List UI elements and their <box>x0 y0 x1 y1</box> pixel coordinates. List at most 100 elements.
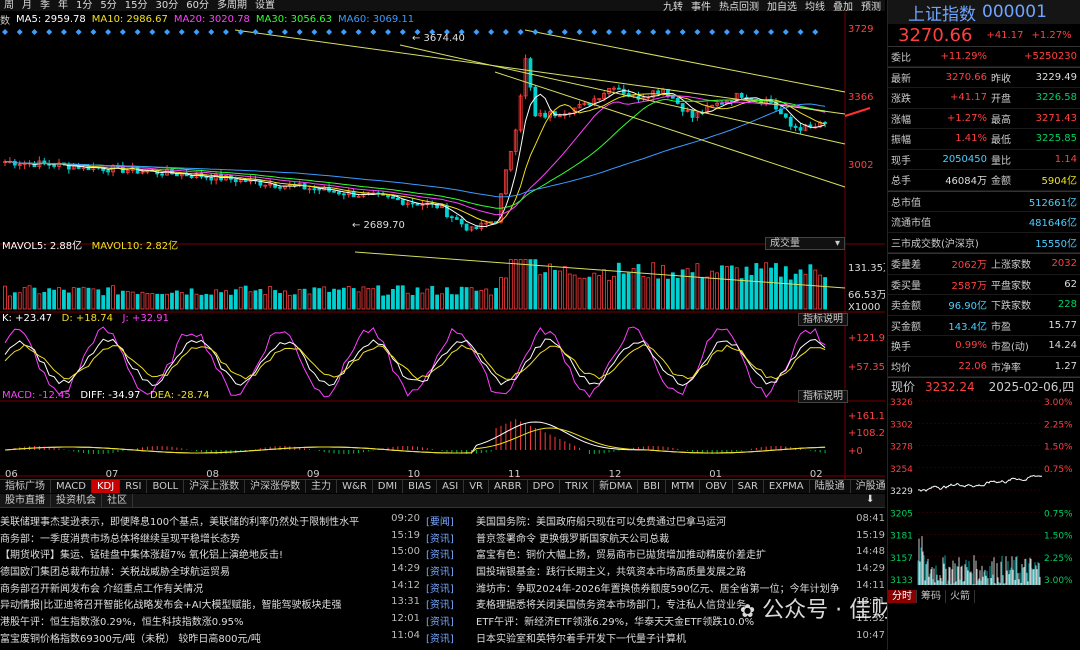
indicator-tab-11[interactable]: ASI <box>437 480 465 493</box>
indicator-tab-1[interactable]: MACD <box>51 480 92 493</box>
indicator-tab-20[interactable]: SAR <box>733 480 764 493</box>
volume-bar <box>508 259 513 310</box>
stat3-key2: 平盘家数 <box>991 280 1031 292</box>
indicator-tab-22[interactable]: 陆股通 <box>810 480 851 493</box>
toolbar-right-6[interactable]: 预测 <box>857 0 885 11</box>
indicator-tab-2[interactable]: KDJ <box>91 480 121 493</box>
mini-tab-2[interactable]: 火箭 <box>946 590 975 603</box>
volume-bar <box>381 295 386 310</box>
volume-bar <box>248 291 253 310</box>
period-5[interactable]: 5分 <box>96 0 120 11</box>
kdj-help-button[interactable]: 指标说明 <box>798 313 848 326</box>
volume-bar <box>425 288 430 310</box>
toolbar-right-2[interactable]: 热点回测 <box>715 0 763 11</box>
volume-bar <box>297 288 302 310</box>
volume-bar <box>253 290 258 310</box>
toolbar-right-0[interactable]: 九转 <box>659 0 687 11</box>
news-right-item[interactable]: [要闻] 美国国务院：美国政府船只现在可以免费通过巴拿马运河 08:41 <box>426 513 885 528</box>
indicator-tab-3[interactable]: RSI <box>120 480 148 493</box>
period-8[interactable]: 60分 <box>182 0 213 11</box>
news-right-item[interactable]: [资讯] 日本实验室和英特尔着手开发下一代量子计算机 10:47 <box>426 630 885 645</box>
candle-body <box>464 223 469 231</box>
news-left-item[interactable]: 【期货收评】集运、锰硅盘中集体涨超7% 氧化铝上演绝地反击! 15:00 <box>0 546 426 561</box>
toolbar-right-5[interactable]: 叠加 <box>829 0 857 11</box>
macd-help-button[interactable]: 指标说明 <box>798 390 848 403</box>
volume-bar <box>474 290 479 310</box>
news-left-item[interactable]: 异动情报|比亚迪将召开智能化战略发布会+AI大模型赋能，智能驾驶板块走强 13:3… <box>0 596 426 611</box>
news-tab-2[interactable]: 社区 <box>102 494 133 507</box>
period-1[interactable]: 月 <box>18 0 36 11</box>
news-right-item[interactable]: [资讯] 富宝有色：铜价大幅上扬，贸易商市已拋货增加推动精废价差走扩 14:48 <box>426 546 885 561</box>
volume-bar <box>17 292 22 310</box>
indicator-tab-8[interactable]: W&R <box>337 480 373 493</box>
volume-bar <box>759 268 764 310</box>
indicator-tab-15[interactable]: TRIX <box>560 480 595 493</box>
stat1-key: 涨跌 <box>891 94 911 106</box>
news-left-item[interactable]: 商务部召开新闻发布会 介绍重点工作有关情况 14:12 <box>0 580 426 595</box>
indicator-tab-0[interactable]: 指标广场 <box>0 480 51 493</box>
period-6[interactable]: 15分 <box>121 0 152 11</box>
volume-bar <box>228 294 233 310</box>
stat3-row-0: 委量差 2062万 上涨家数 2032 <box>888 254 1080 275</box>
stat1-value2: 3225.85 <box>1035 133 1077 145</box>
indicator-tab-19[interactable]: OBV <box>700 480 733 493</box>
indicator-tab-12[interactable]: VR <box>464 480 490 493</box>
indicator-tab-18[interactable]: MTM <box>666 480 701 493</box>
volume-bar <box>489 294 494 310</box>
news-tab-1[interactable]: 投资机会 <box>51 494 102 507</box>
news-left-item[interactable]: 德国欧门集团总裁布拉赫：关税战威胁全球航运贸易 14:29 <box>0 563 426 578</box>
indicator-tab-10[interactable]: BIAS <box>403 480 438 493</box>
indicator-tab-7[interactable]: 主力 <box>306 480 338 493</box>
period-3[interactable]: 年 <box>54 0 72 11</box>
volume-bar <box>184 294 189 310</box>
toolbar-right-1[interactable]: 事件 <box>687 0 715 11</box>
dea-label: DEA: -28.74 <box>150 390 210 401</box>
mini-tab-0[interactable]: 分时 <box>888 590 917 603</box>
news-tab-0[interactable]: 股市直播 <box>0 494 51 507</box>
volume-selector[interactable]: 成交量 ▾ <box>765 237 845 250</box>
news-left-item[interactable]: 港股午评：恒生指数涨0.29%，恒生科技指数涨0.95% 12:01 <box>0 613 426 628</box>
toolbar-right-3[interactable]: 加自选 <box>763 0 801 11</box>
indicator-tab-16[interactable]: 新DMA <box>594 480 639 493</box>
period-2[interactable]: 季 <box>36 0 54 11</box>
period-9[interactable]: 多周期 <box>213 0 251 11</box>
indicator-tab-17[interactable]: BBI <box>638 480 666 493</box>
indicator-tab-14[interactable]: DPO <box>528 480 561 493</box>
stat1-key: 振幅 <box>891 135 911 147</box>
period-10[interactable]: 设置 <box>251 0 279 11</box>
volume-bar <box>120 290 125 310</box>
news-left-item[interactable]: 美联储理事杰斐逊表示，即便降息100个基点，美联储的利率仍然处于限制性水平 09:… <box>0 513 426 528</box>
download-icon[interactable]: ⬇ <box>866 494 874 505</box>
news-title: 商务部：一季度消费市场总体将继续呈现平稳增长态势 <box>0 533 240 545</box>
period-4[interactable]: 1分 <box>72 0 96 11</box>
indicator-tab-13[interactable]: ARBR <box>489 480 528 493</box>
volume-bar <box>567 273 572 310</box>
toolbar-right-4[interactable]: 均线 <box>801 0 829 11</box>
volume-bar <box>140 291 145 310</box>
mini-tab-1[interactable]: 筹码 <box>917 590 946 603</box>
indicator-tab-21[interactable]: EXPMA <box>764 480 810 493</box>
signal-diamond <box>105 29 112 35</box>
indicator-tab-4[interactable]: BOLL <box>147 480 185 493</box>
news-right-item[interactable]: [资讯] 国投瑞银基金：践行长期主义，共筑资本市场高质量发展之路 14:29 <box>426 563 885 578</box>
signal-diamond <box>134 29 141 35</box>
volume-bar <box>209 294 214 310</box>
news-right-item[interactable]: [资讯] 普京签署命令 更换俄罗斯国家航天公司总裁 15:19 <box>426 530 885 545</box>
news-title: 普京签署命令 更换俄罗斯国家航天公司总裁 <box>476 533 670 545</box>
indicator-tab-23[interactable]: 沪股通 <box>851 480 892 493</box>
candle-body <box>621 88 626 94</box>
indicator-tab-5[interactable]: 沪深上涨数 <box>184 480 246 493</box>
period-0[interactable]: 周 <box>0 0 18 11</box>
volume-selector-label: 成交量 <box>770 238 800 249</box>
news-left-item[interactable]: 商务部：一季度消费市场总体将继续呈现平稳增长态势 15:19 <box>0 530 426 545</box>
news-left-item[interactable]: 富宝废铜价格指数69300元/吨（未税） 较昨日高800元/吨 11:04 <box>0 630 426 645</box>
indicator-tab-9[interactable]: DMI <box>373 480 404 493</box>
chevron-down-icon: ▾ <box>834 238 840 249</box>
volume-bar <box>553 269 557 310</box>
mavol10-label: MAVOL10: 2.82亿 <box>91 241 179 252</box>
indicator-tab-6[interactable]: 沪深涨停数 <box>245 480 307 493</box>
intraday-mini-chart[interactable]: 3326 3.00% 3302 2.25% 3278 1.50% 3254 0.75% 3229… <box>888 395 1080 587</box>
period-7[interactable]: 30分 <box>151 0 182 11</box>
news-category: [资讯] <box>426 633 454 645</box>
volume-bar <box>523 259 528 310</box>
